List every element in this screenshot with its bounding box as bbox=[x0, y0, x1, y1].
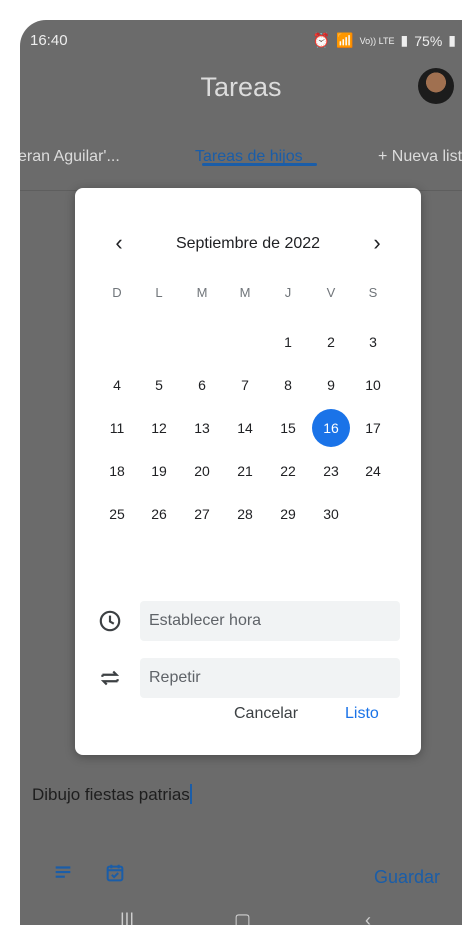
calendar-day[interactable]: 29 bbox=[269, 495, 307, 533]
network-label: Vo)) LTE bbox=[359, 35, 395, 46]
calendar-day[interactable]: 10 bbox=[354, 366, 392, 404]
weekday-label: D bbox=[112, 285, 122, 300]
calendar-day[interactable]: 26 bbox=[140, 495, 178, 533]
calendar-day[interactable]: 14 bbox=[226, 409, 264, 447]
avatar[interactable] bbox=[418, 68, 454, 104]
task-title-text: Dibujo fiestas patrias bbox=[32, 785, 190, 804]
signal-icon: ▮ bbox=[400, 32, 409, 48]
calendar-day[interactable]: 19 bbox=[140, 452, 178, 490]
calendar-day[interactable]: 1 bbox=[269, 323, 307, 361]
calendar-day[interactable]: 17 bbox=[354, 409, 392, 447]
calendar-day[interactable]: 2 bbox=[312, 323, 350, 361]
weekday-label: S bbox=[368, 285, 378, 300]
calendar-day[interactable]: 11 bbox=[98, 409, 136, 447]
recents-icon[interactable]: ||| bbox=[120, 910, 134, 925]
calendar-day[interactable]: 15 bbox=[269, 409, 307, 447]
calendar-day[interactable]: 22 bbox=[269, 452, 307, 490]
calendar-day[interactable]: 24 bbox=[354, 452, 392, 490]
calendar-day[interactable]: 7 bbox=[226, 366, 264, 404]
tab-indicator bbox=[202, 163, 317, 166]
calendar-day[interactable]: 13 bbox=[183, 409, 221, 447]
task-title-input[interactable]: Dibujo fiestas patrias bbox=[32, 784, 192, 805]
wifi-icon: 📶 bbox=[336, 32, 354, 48]
date-picker-dialog: ‹ Septiembre de 2022 › DLMMJVS 123456789… bbox=[75, 188, 421, 755]
save-button[interactable]: Guardar bbox=[374, 867, 440, 888]
calendar-day[interactable]: 5 bbox=[140, 366, 178, 404]
status-time: 16:40 bbox=[30, 32, 68, 49]
calendar-day[interactable]: 28 bbox=[226, 495, 264, 533]
repeat-icon bbox=[97, 665, 123, 691]
details-icon[interactable] bbox=[52, 862, 74, 889]
back-icon[interactable]: ‹ bbox=[365, 910, 371, 925]
weekday-label: M bbox=[239, 285, 251, 300]
calendar-day[interactable]: 3 bbox=[354, 323, 392, 361]
calendar-day[interactable]: 25 bbox=[98, 495, 136, 533]
done-button[interactable]: Listo bbox=[345, 705, 379, 723]
weekday-label: M bbox=[196, 285, 208, 300]
status-icons: ⏰ 📶 Vo)) LTE ▮ 75% ▮ bbox=[313, 32, 456, 49]
weekday-label: L bbox=[155, 285, 163, 300]
calendar-day[interactable]: 4 bbox=[98, 366, 136, 404]
app-title: Tareas bbox=[200, 72, 282, 102]
calendar-day[interactable]: 30 bbox=[312, 495, 350, 533]
clock-icon bbox=[97, 608, 123, 634]
weekday-label: J bbox=[284, 285, 292, 300]
repeat-field[interactable]: Repetir bbox=[140, 658, 400, 698]
tab-teran-aguilar[interactable]: Teran Aguilar'... bbox=[20, 148, 120, 166]
calendar-day[interactable]: 27 bbox=[183, 495, 221, 533]
calendar-day[interactable]: 21 bbox=[226, 452, 264, 490]
calendar-day[interactable]: 6 bbox=[183, 366, 221, 404]
tab-nueva-lista[interactable]: + Nueva lista bbox=[378, 148, 462, 166]
calendar-day[interactable]: 23 bbox=[312, 452, 350, 490]
selected-day[interactable]: 16 bbox=[312, 409, 350, 447]
system-nav-bar: ||| ▢ ‹ bbox=[20, 910, 462, 925]
calendar-day[interactable]: 8 bbox=[269, 366, 307, 404]
weekday-label: V bbox=[326, 285, 336, 300]
calendar-day[interactable]: 20 bbox=[183, 452, 221, 490]
status-bar: 16:40 ⏰ 📶 Vo)) LTE ▮ 75% ▮ bbox=[20, 20, 462, 60]
text-caret bbox=[189, 784, 192, 804]
phone-screen: 16:40 ⏰ 📶 Vo)) LTE ▮ 75% ▮ Tareas Teran … bbox=[20, 20, 462, 925]
home-icon[interactable]: ▢ bbox=[234, 910, 251, 925]
calendar-day[interactable]: 12 bbox=[140, 409, 178, 447]
next-month-icon[interactable]: › bbox=[365, 232, 389, 256]
alarm-icon: ⏰ bbox=[312, 32, 331, 48]
battery-level: 75% bbox=[414, 32, 443, 49]
cancel-button[interactable]: Cancelar bbox=[234, 705, 298, 723]
month-header: ‹ Septiembre de 2022 › bbox=[75, 232, 421, 256]
set-time-field[interactable]: Establecer hora bbox=[140, 601, 400, 641]
calendar-day[interactable]: 18 bbox=[98, 452, 136, 490]
calendar-icon[interactable] bbox=[104, 862, 126, 889]
calendar-day[interactable]: 9 bbox=[312, 366, 350, 404]
battery-icon: ▮ bbox=[448, 32, 456, 48]
